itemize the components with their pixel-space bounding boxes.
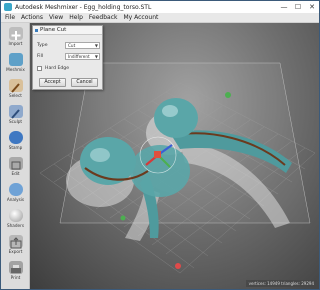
tool-import[interactable]: Import [2, 25, 29, 48]
plane-cut-panel: Plane Cut Type Cut ▼ Fill Indifferent ▼ … [32, 25, 103, 90]
scene-marker-green[interactable] [225, 92, 231, 98]
minimize-button[interactable]: — [277, 1, 291, 13]
menu-actions[interactable]: Actions [21, 14, 43, 21]
tool-shaders[interactable]: Shaders [2, 207, 29, 230]
shaders-icon [8, 209, 23, 222]
close-button[interactable]: ✕ [305, 1, 319, 13]
stamp-icon [8, 131, 23, 144]
app-window: Autodesk Meshmixer - Egg_holding_torso.S… [0, 0, 320, 290]
title-bar: Autodesk Meshmixer - Egg_holding_torso.S… [1, 1, 319, 13]
cancel-button[interactable]: Cancel [71, 78, 98, 87]
window-title: Autodesk Meshmixer - Egg_holding_torso.S… [15, 3, 152, 11]
tool-import-label: Import [8, 41, 23, 46]
tool-select[interactable]: Select [2, 77, 29, 100]
chevron-down-icon: ▼ [94, 54, 98, 59]
type-select[interactable]: Cut ▼ [65, 42, 100, 49]
tool-export-label: Export [8, 249, 23, 254]
menu-view[interactable]: View [49, 14, 63, 21]
print-icon [8, 261, 23, 274]
scene-marker-red[interactable] [175, 263, 181, 269]
edit-icon [8, 157, 23, 170]
meshmixer-logo-icon [4, 3, 12, 11]
chevron-down-icon: ▼ [94, 43, 98, 48]
menu-file[interactable]: File [5, 14, 15, 21]
type-label: Type [37, 43, 48, 48]
tool-export[interactable]: Export [2, 233, 29, 256]
sculpt-brush-icon [8, 105, 23, 119]
tool-edit-label: Edit [11, 171, 20, 176]
panel-title: Plane Cut [33, 26, 102, 35]
hard-edge-checkbox[interactable] [37, 66, 42, 71]
scene-marker-green-2[interactable] [120, 215, 126, 221]
fill-select-value: Indifferent [68, 54, 90, 59]
maximize-button[interactable]: ☐ [291, 1, 305, 13]
tool-meshmix[interactable]: Meshmix [2, 51, 29, 74]
analysis-icon [8, 183, 23, 196]
tool-stamp-label: Stamp [8, 145, 23, 150]
window-controls: — ☐ ✕ [277, 1, 319, 13]
export-icon [8, 235, 23, 249]
tool-edit[interactable]: Edit [2, 155, 29, 178]
hard-edge-label: Hard Edge [45, 66, 70, 71]
tool-shaders-label: Shaders [6, 223, 25, 228]
accept-button[interactable]: Accept [39, 78, 66, 87]
gizmo-center-handle[interactable] [154, 151, 161, 158]
tool-print-label: Print [10, 275, 21, 280]
plus-icon [8, 27, 23, 40]
select-brush-icon [8, 79, 23, 93]
type-select-value: Cut [68, 43, 76, 48]
menu-bar: File Actions View Help Feedback My Accou… [1, 13, 319, 23]
tool-analysis-label: Analysis [6, 197, 25, 202]
tool-select-label: Select [9, 93, 22, 98]
tool-analysis[interactable]: Analysis [2, 181, 29, 204]
menu-help[interactable]: Help [69, 14, 83, 21]
left-toolbar: Import Meshmix Select Sculpt Stamp Edit … [1, 23, 30, 289]
meshmix-icon [8, 53, 23, 66]
tool-meshmix-label: Meshmix [6, 67, 25, 72]
tool-sculpt-label: Sculpt [8, 119, 23, 124]
menu-feedback[interactable]: Feedback [89, 14, 118, 21]
fill-label: Fill [37, 54, 44, 59]
fill-select[interactable]: Indifferent ▼ [65, 53, 100, 60]
tool-print[interactable]: Print [2, 259, 29, 282]
menu-my-account[interactable]: My Account [123, 14, 158, 21]
mesh-stats-status: vertices: 14949 triangles: 29294 [245, 280, 317, 287]
tool-stamp[interactable]: Stamp [2, 129, 29, 152]
tool-sculpt[interactable]: Sculpt [2, 103, 29, 126]
